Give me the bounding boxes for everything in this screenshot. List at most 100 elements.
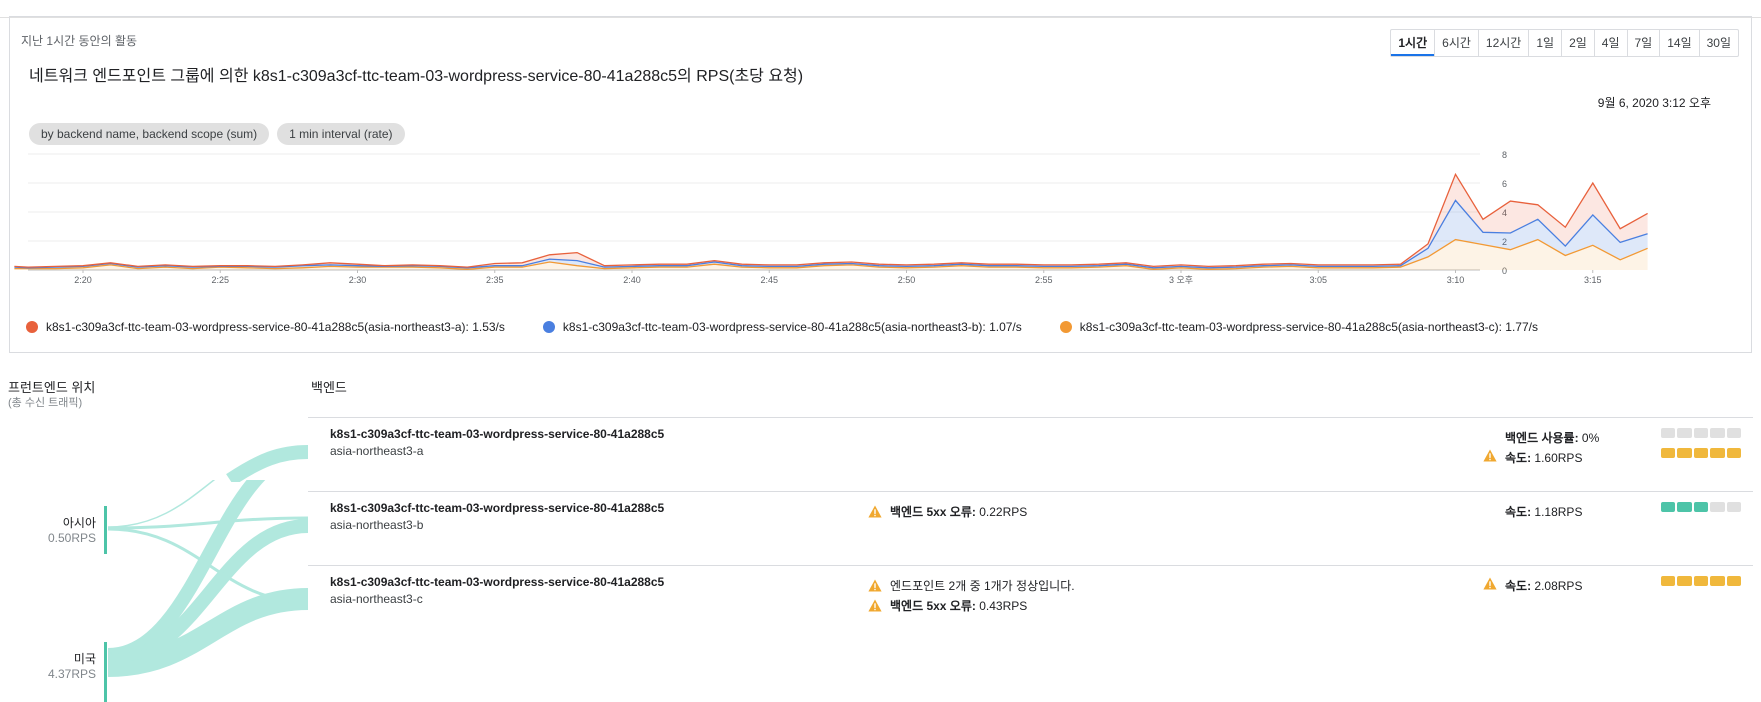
warning-icon: [868, 505, 882, 517]
backend-message: 백엔드 5xx 오류: 0.22RPS: [868, 501, 1027, 521]
traffic-flow-top: [226, 445, 309, 482]
backend-stat: 속도: 1.18RPS: [1483, 501, 1582, 521]
backend-message: 백엔드 5xx 오류: 0.43RPS: [868, 595, 1075, 615]
bar-segment: [1661, 448, 1676, 458]
bar-segment: [1693, 448, 1709, 458]
stat-text: 백엔드 사용률: 0%: [1505, 429, 1599, 446]
backend-row[interactable]: k8s1-c309a3cf-ttc-team-03-wordpress-serv…: [308, 418, 1753, 492]
bar-segment: [1677, 502, 1692, 512]
legend-label: k8s1-c309a3cf-ttc-team-03-wordpress-serv…: [1079, 320, 1538, 334]
legend-label: k8s1-c309a3cf-ttc-team-03-wordpress-serv…: [562, 320, 1022, 334]
backend-stats: 속도: 1.18RPS: [1483, 501, 1582, 521]
stat-progress-bar: [1661, 576, 1742, 586]
legend-dot-icon: [1059, 321, 1072, 333]
stat-text: 속도: 1.18RPS: [1505, 503, 1582, 520]
backend-zone: asia-northeast3-c: [330, 592, 423, 606]
x-tick-label: 3:05: [1309, 275, 1327, 285]
legend-dot-icon: [26, 321, 38, 333]
stat-progress-bar: [1661, 502, 1742, 512]
legend-item[interactable]: k8s1-c309a3cf-ttc-team-03-wordpress-serv…: [26, 320, 505, 334]
legend-dot-icon: [542, 321, 555, 333]
stat-value: 0%: [1578, 430, 1600, 445]
backend-message-text: 백엔드 5xx 오류: 0.43RPS: [890, 597, 1027, 614]
series-line[interactable]: [14, 172, 1648, 268]
backend-row[interactable]: k8s1-c309a3cf-ttc-team-03-wordpress-serv…: [308, 566, 1753, 640]
frontend-section-subtitle: (총 수신 트래픽): [8, 397, 83, 409]
x-tick-label: 3 오후: [1169, 275, 1193, 285]
bar-segment: [1726, 428, 1742, 438]
x-tick-label: 2:45: [760, 275, 778, 285]
bar-segment: [1677, 428, 1692, 438]
stat-label: 속도:: [1505, 450, 1532, 465]
traffic-flow-diagram: [104, 480, 309, 702]
bar-segment: [1677, 448, 1692, 458]
bar-segment: [1710, 428, 1725, 438]
backend-message: 엔드포인트 2개 중 1개가 정상입니다.: [868, 575, 1075, 595]
backend-message-text: 백엔드 5xx 오류: 0.22RPS: [890, 503, 1027, 520]
x-tick-label: 2:40: [623, 275, 641, 285]
asia-node: [104, 506, 107, 554]
x-tick-label: 2:25: [211, 275, 229, 285]
backend-stat: 속도: 2.08RPS: [1483, 575, 1582, 595]
series-area: [14, 200, 1648, 270]
stat-value: 2.08RPS: [1531, 578, 1583, 593]
bar-segment: [1693, 576, 1709, 586]
y-tick-label: 6: [1502, 179, 1507, 189]
x-tick-label: 3:10: [1447, 275, 1465, 285]
backend-message-text: 엔드포인트 2개 중 1개가 정상입니다.: [890, 577, 1075, 594]
chart-legend: k8s1-c309a3cf-ttc-team-03-wordpress-serv…: [26, 320, 1538, 334]
bar-segment: [1726, 576, 1742, 586]
bar-segment: [1661, 502, 1676, 512]
backend-name[interactable]: k8s1-c309a3cf-ttc-team-03-wordpress-serv…: [330, 575, 664, 589]
backend-stat: 백엔드 사용률: 0%: [1483, 427, 1599, 447]
y-tick-label: 8: [1502, 150, 1507, 160]
backend-zone: asia-northeast3-b: [330, 518, 424, 532]
bar-segment: [1710, 576, 1725, 586]
bar-segment: [1726, 448, 1742, 458]
bar-segment: [1693, 502, 1709, 512]
backend-bars: [1661, 502, 1742, 522]
bar-segment: [1661, 428, 1676, 438]
activity-card: 지난 1시간 동안의 활동 1시간 6시간 12시간 1일 2일 4일 7일 14일 30일 네…: [9, 16, 1752, 353]
stat-icon-slot: [1483, 577, 1497, 593]
series-line[interactable]: [14, 199, 1648, 269]
warning-icon: [868, 579, 882, 591]
backend-stats: 백엔드 사용률: 0% 속도: 1.60RPS: [1483, 427, 1599, 467]
stat-label: 속도:: [1505, 578, 1532, 593]
x-tick-label: 2:20: [74, 275, 92, 285]
bar-segment: [1726, 502, 1742, 512]
message-label: 백엔드 5xx 오류:: [890, 504, 976, 519]
backend-bars: [1661, 428, 1742, 468]
backend-stat: 속도: 1.60RPS: [1483, 447, 1599, 467]
bar-segment: [1661, 576, 1676, 586]
stat-icon-slot: [1483, 449, 1497, 465]
backend-bars: [1661, 576, 1742, 596]
us-node: [104, 642, 107, 702]
stat-progress-bar: [1661, 428, 1742, 438]
x-tick-label: 2:55: [1035, 275, 1053, 285]
bar-segment: [1693, 428, 1709, 438]
legend-item[interactable]: k8s1-c309a3cf-ttc-team-03-wordpress-serv…: [542, 320, 1022, 334]
backend-row[interactable]: k8s1-c309a3cf-ttc-team-03-wordpress-serv…: [308, 492, 1753, 566]
bar-segment: [1710, 502, 1725, 512]
bar-segment: [1710, 448, 1725, 458]
warning-icon: [868, 599, 882, 611]
warning-icon: [1483, 449, 1497, 462]
x-tick-label: 2:50: [898, 275, 916, 285]
stat-label: 속도:: [1505, 504, 1532, 519]
bar-segment: [1677, 576, 1692, 586]
message-label: 백엔드 5xx 오류:: [890, 598, 976, 613]
legend-item[interactable]: k8s1-c309a3cf-ttc-team-03-wordpress-serv…: [1059, 320, 1538, 334]
backend-zone: asia-northeast3-a: [330, 444, 424, 458]
backend-stats: 속도: 2.08RPS: [1483, 575, 1582, 595]
rps-line-chart: 024682:202:252:302:352:402:452:502:553 오…: [14, 150, 1648, 285]
stat-progress-bar: [1661, 448, 1742, 458]
backend-name[interactable]: k8s1-c309a3cf-ttc-team-03-wordpress-serv…: [330, 427, 664, 441]
warning-icon: [1483, 577, 1497, 590]
message-value: 엔드포인트 2개 중 1개가 정상입니다.: [890, 578, 1075, 593]
stat-value: 1.18RPS: [1531, 504, 1583, 519]
backend-name[interactable]: k8s1-c309a3cf-ttc-team-03-wordpress-serv…: [330, 501, 664, 515]
x-tick-label: 3:15: [1584, 275, 1602, 285]
x-tick-label: 2:35: [486, 275, 504, 285]
backend-section-title: 백엔드: [311, 380, 347, 395]
